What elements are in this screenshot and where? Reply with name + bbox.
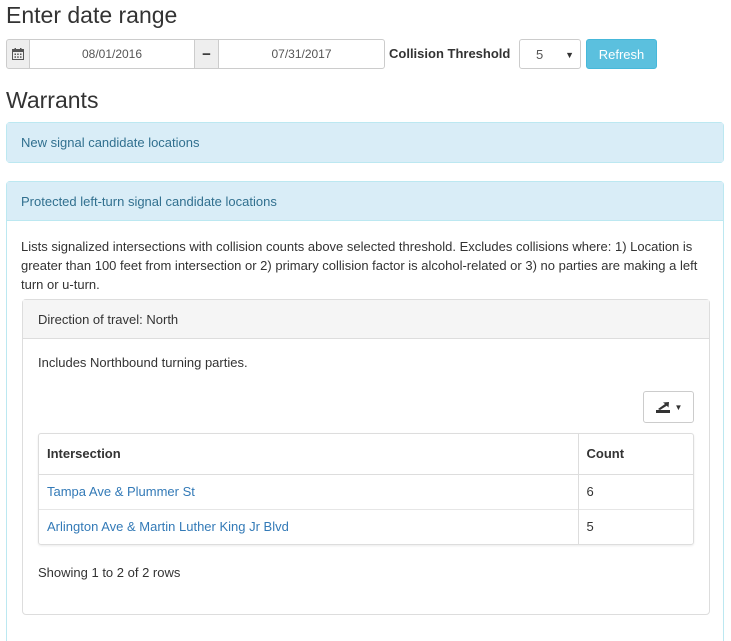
panel-description: Lists signalized intersections with coll…: [21, 239, 698, 292]
end-date-input[interactable]: [218, 39, 385, 69]
protected-left-turn-panel: Protected left-turn signal candidate loc…: [6, 181, 724, 641]
minus-icon: −: [202, 45, 211, 63]
warrants-heading: Warrants: [6, 87, 99, 113]
export-button[interactable]: ▼: [643, 391, 694, 423]
caret-down-icon: ▼: [674, 402, 683, 412]
collision-threshold-label: Collision Threshold: [389, 46, 511, 61]
calendar-icon: [12, 48, 24, 60]
new-signal-panel-title: New signal candidate locations: [21, 135, 200, 150]
export-icon: [655, 401, 670, 413]
intersections-table: Intersection Count Tampa Ave & Plummer S…: [38, 433, 694, 545]
protected-left-turn-panel-title: Protected left-turn signal candidate loc…: [21, 193, 277, 209]
direction-panel: Direction of travel: North Includes Nort…: [22, 299, 710, 615]
caret-down-icon: ▼: [565, 50, 574, 60]
new-signal-panel: New signal candidate locations: [6, 122, 724, 163]
refresh-button[interactable]: Refresh: [586, 39, 657, 69]
date-range-separator: −: [195, 39, 218, 69]
start-date-input[interactable]: [30, 39, 195, 69]
intersection-link[interactable]: Arlington Ave & Martin Luther King Jr Bl…: [47, 519, 289, 534]
includes-note: Includes Northbound turning parties.: [38, 355, 248, 370]
intersection-cell: Tampa Ave & Plummer St: [39, 473, 578, 509]
count-cell: 6: [577, 473, 693, 509]
direction-title: Direction of travel: North: [38, 311, 179, 327]
intersection-link[interactable]: Tampa Ave & Plummer St: [47, 484, 195, 499]
column-header-count[interactable]: Count: [577, 434, 693, 475]
column-header-intersection[interactable]: Intersection: [39, 434, 578, 475]
intersection-cell: Arlington Ave & Martin Luther King Jr Bl…: [39, 508, 578, 544]
pagination-info: Showing 1 to 2 of 2 rows: [38, 565, 181, 580]
calendar-addon[interactable]: [6, 39, 30, 69]
date-range-group: −: [6, 39, 385, 69]
direction-panel-header: Direction of travel: North: [23, 300, 709, 339]
table-row: Arlington Ave & Martin Luther King Jr Bl…: [39, 508, 693, 544]
collision-threshold-value: 5: [536, 46, 544, 62]
table-row: Tampa Ave & Plummer St 6: [39, 473, 693, 509]
collision-threshold-select[interactable]: 5 ▼: [519, 39, 581, 69]
table-header-row: Intersection Count: [39, 434, 693, 475]
new-signal-panel-header[interactable]: New signal candidate locations: [7, 123, 723, 162]
count-cell: 5: [577, 508, 693, 544]
page-title: Enter date range: [6, 2, 178, 28]
protected-left-turn-panel-header[interactable]: Protected left-turn signal candidate loc…: [7, 182, 723, 221]
